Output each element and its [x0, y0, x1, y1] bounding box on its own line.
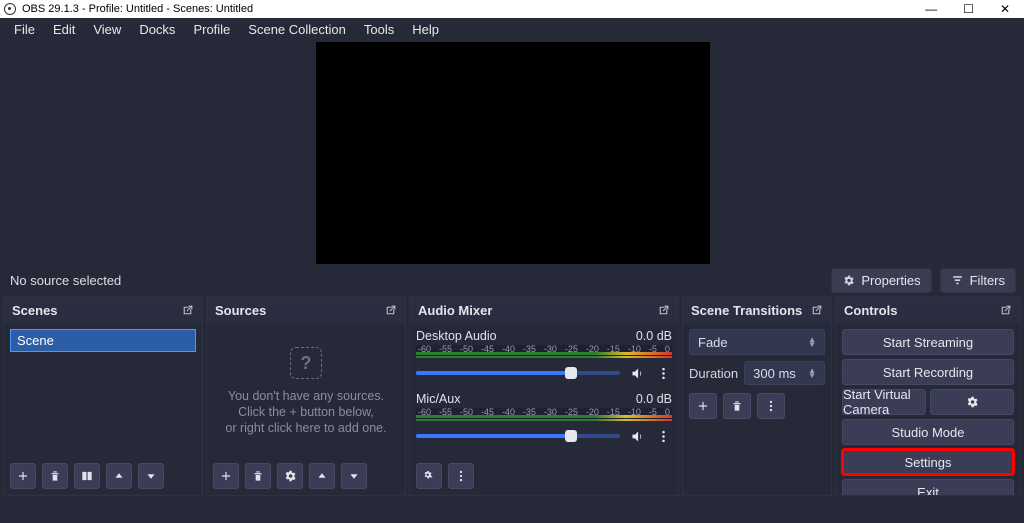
- menu-file[interactable]: File: [6, 20, 43, 39]
- window-maximize-icon[interactable]: ☐: [963, 2, 974, 16]
- properties-label: Properties: [861, 273, 920, 288]
- mixer-popout-icon[interactable]: [657, 304, 670, 317]
- scenes-popout-icon[interactable]: [181, 304, 194, 317]
- channel-menu-icon[interactable]: [654, 427, 672, 445]
- menu-help[interactable]: Help: [404, 20, 447, 39]
- window-title: OBS 29.1.3 - Profile: Untitled - Scenes:…: [22, 3, 253, 15]
- preview-canvas[interactable]: [316, 42, 710, 264]
- scene-remove-button[interactable]: [42, 463, 68, 489]
- scene-item[interactable]: Scene: [10, 329, 196, 352]
- scene-move-up-button[interactable]: [106, 463, 132, 489]
- scene-filter-button[interactable]: [74, 463, 100, 489]
- sources-empty[interactable]: ? You don't have any sources. Click the …: [213, 329, 399, 453]
- mixer-channel-mic: Mic/Aux 0.0 dB -60-55-50-45-40-35-30-25-2…: [416, 392, 672, 445]
- virtual-camera-settings-button[interactable]: [930, 389, 1014, 415]
- transition-remove-button[interactable]: [723, 393, 751, 419]
- volume-slider-mic[interactable]: [416, 434, 620, 438]
- start-recording-button[interactable]: Start Recording: [842, 359, 1014, 385]
- channel-menu-icon[interactable]: [654, 364, 672, 382]
- transition-selected-label: Fade: [698, 335, 728, 350]
- mixer-advanced-button[interactable]: [416, 463, 442, 489]
- window-minimize-icon[interactable]: —: [925, 2, 937, 16]
- sources-empty-line2: Click the + button below,: [238, 405, 374, 419]
- scenes-toolbar: [4, 459, 202, 495]
- no-source-label: No source selected: [8, 273, 121, 288]
- scene-add-button[interactable]: [10, 463, 36, 489]
- duration-value: 300 ms: [753, 366, 796, 381]
- source-add-button[interactable]: [213, 463, 239, 489]
- menu-scene-collection[interactable]: Scene Collection: [240, 20, 354, 39]
- chevron-updown-icon: ▲▼: [808, 368, 816, 378]
- transition-properties-button[interactable]: [757, 393, 785, 419]
- transitions-popout-icon[interactable]: [810, 304, 823, 317]
- source-remove-button[interactable]: [245, 463, 271, 489]
- duration-label: Duration: [689, 366, 738, 381]
- preview-area: [0, 40, 1024, 264]
- filters-icon: [951, 274, 964, 287]
- speaker-icon[interactable]: [628, 427, 646, 445]
- mixer-title: Audio Mixer: [418, 303, 492, 318]
- controls-title: Controls: [844, 303, 897, 318]
- channel-meter-mic: -60-55-50-45-40-35-30-25-20-15-10-50: [416, 408, 672, 421]
- help-icon: ?: [290, 347, 322, 379]
- sources-empty-line1: You don't have any sources.: [228, 389, 384, 403]
- window-close-icon[interactable]: ✕: [1000, 2, 1010, 16]
- source-properties-button[interactable]: [277, 463, 303, 489]
- source-move-up-button[interactable]: [309, 463, 335, 489]
- menubar: File Edit View Docks Profile Scene Colle…: [0, 18, 1024, 40]
- sources-toolbar: [207, 459, 405, 495]
- duration-input[interactable]: 300 ms ▲▼: [744, 361, 825, 385]
- gear-icon: [842, 274, 855, 287]
- menu-docks[interactable]: Docks: [131, 20, 183, 39]
- sources-popout-icon[interactable]: [384, 304, 397, 317]
- window-titlebar: OBS 29.1.3 - Profile: Untitled - Scenes:…: [0, 0, 1024, 18]
- channel-db-desktop: 0.0 dB: [636, 329, 672, 343]
- gear-icon: [965, 395, 979, 409]
- filters-label: Filters: [970, 273, 1005, 288]
- speaker-icon[interactable]: [628, 364, 646, 382]
- transitions-title: Scene Transitions: [691, 303, 802, 318]
- chevron-updown-icon: ▲▼: [808, 337, 816, 347]
- menu-tools[interactable]: Tools: [356, 20, 402, 39]
- app-icon: [4, 3, 16, 15]
- mixer-channel-desktop: Desktop Audio 0.0 dB -60-55-50-45-40-35-3…: [416, 329, 672, 382]
- channel-name-mic: Mic/Aux: [416, 392, 460, 406]
- mixer-menu-button[interactable]: [448, 463, 474, 489]
- channel-meter-desktop: -60-55-50-45-40-35-30-25-20-15-10-50: [416, 345, 672, 358]
- menu-view[interactable]: View: [85, 20, 129, 39]
- mixer-toolbar: [410, 459, 678, 495]
- transition-add-button[interactable]: [689, 393, 717, 419]
- filters-button[interactable]: Filters: [940, 268, 1016, 293]
- menu-edit[interactable]: Edit: [45, 20, 83, 39]
- source-move-down-button[interactable]: [341, 463, 367, 489]
- channel-db-mic: 0.0 dB: [636, 392, 672, 406]
- studio-mode-button[interactable]: Studio Mode: [842, 419, 1014, 445]
- channel-name-desktop: Desktop Audio: [416, 329, 497, 343]
- sources-title: Sources: [215, 303, 266, 318]
- scene-move-down-button[interactable]: [138, 463, 164, 489]
- start-streaming-button[interactable]: Start Streaming: [842, 329, 1014, 355]
- menu-profile[interactable]: Profile: [185, 20, 238, 39]
- scenes-title: Scenes: [12, 303, 58, 318]
- volume-slider-desktop[interactable]: [416, 371, 620, 375]
- transition-select[interactable]: Fade ▲▼: [689, 329, 825, 355]
- settings-button[interactable]: Settings: [842, 449, 1014, 475]
- properties-button[interactable]: Properties: [831, 268, 931, 293]
- sources-empty-line3: or right click here to add one.: [225, 421, 386, 435]
- start-virtual-camera-button[interactable]: Start Virtual Camera: [842, 389, 926, 415]
- exit-button[interactable]: Exit: [842, 479, 1014, 495]
- controls-popout-icon[interactable]: [999, 304, 1012, 317]
